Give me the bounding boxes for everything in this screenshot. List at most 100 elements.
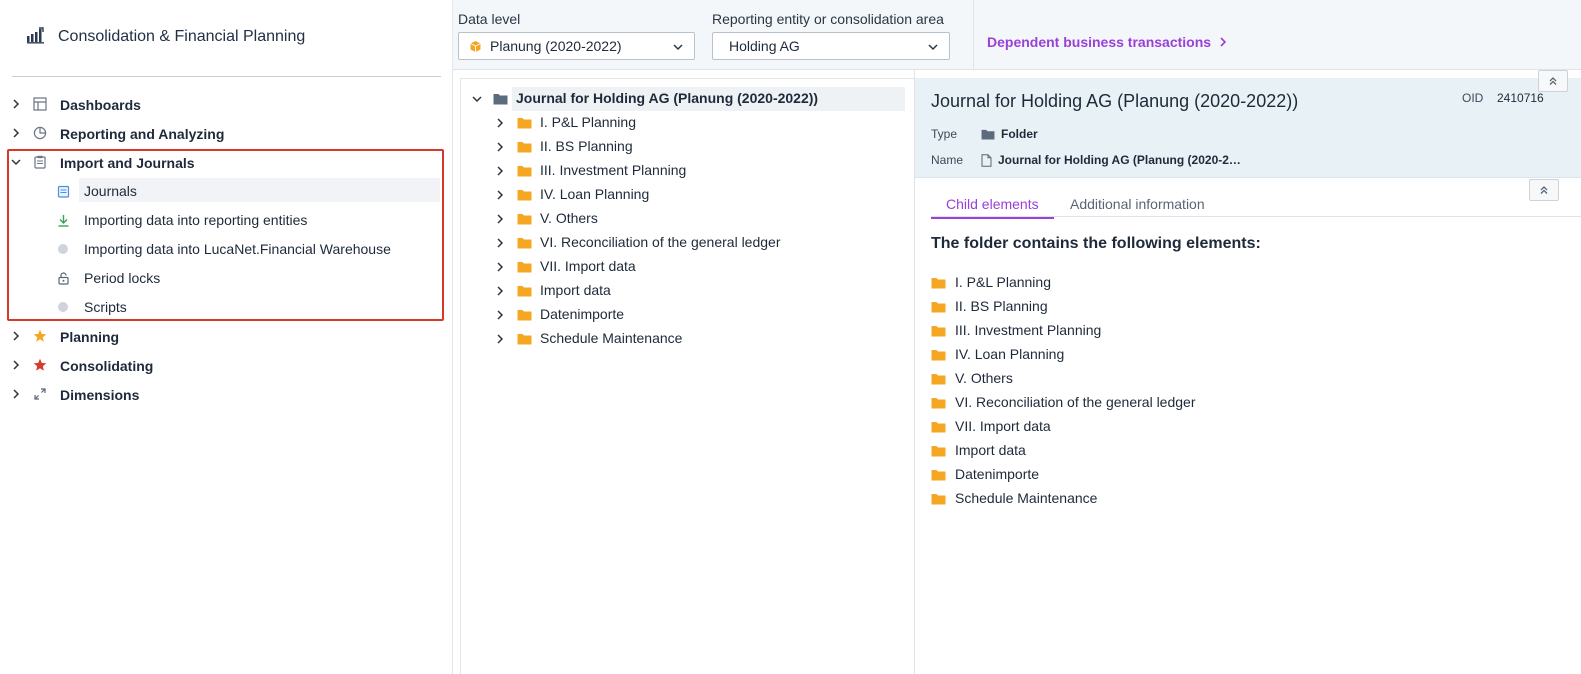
chevron-down-icon[interactable] [10,156,22,168]
sidebar-item-label: Reporting and Analyzing [60,125,225,142]
sidebar-item-label: Planning [60,328,120,345]
chevron-down-icon[interactable] [471,93,483,105]
tree-row[interactable]: II. BS Planning [461,135,901,159]
chevron-right-icon[interactable] [10,388,22,400]
tab-additional-information[interactable]: Additional information [1070,196,1205,217]
chevron-double-up-icon [1549,77,1557,85]
detail-panel: Journal for Holding AG (Planung (2020-20… [914,70,1581,674]
list-item-label: Import data [955,442,1026,458]
type-label: Type [931,127,958,141]
tree-row[interactable]: VI. Reconciliation of the general ledger [461,231,901,255]
sidebar-item-import-and-journals[interactable]: Import and Journals [0,148,453,177]
chevron-right-icon[interactable] [494,309,506,321]
list-item-label: III. Investment Planning [955,322,1102,338]
sidebar-subitem-import-reporting-entities[interactable]: Importing data into reporting entities [0,206,453,235]
tree-root[interactable]: Journal for Holding AG (Planung (2020-20… [461,87,905,111]
tree-row[interactable]: V. Others [461,207,901,231]
chevron-right-icon[interactable] [494,213,506,225]
sidebar-item-dimensions[interactable]: Dimensions [0,380,453,409]
folder-icon [517,166,532,177]
entity-select[interactable]: Holding AG [712,32,950,60]
folder-icon [931,373,946,384]
chevron-right-icon[interactable] [10,330,22,342]
folder-icon [517,262,532,273]
chevron-right-icon[interactable] [494,141,506,153]
tree-row-label: VII. Import data [540,258,636,274]
list-item[interactable]: IV. Loan Planning [931,343,1064,365]
chevron-right-icon[interactable] [10,127,22,139]
tree-root-label: Journal for Holding AG (Planung (2020-20… [516,90,819,106]
chevron-right-icon [1220,37,1227,47]
tree-row[interactable]: VII. Import data [461,255,901,279]
list-item[interactable]: II. BS Planning [931,295,1048,317]
sidebar-subitem-journals[interactable]: Journals [0,177,453,206]
folder-icon [931,325,946,336]
document-icon [981,153,992,167]
chevron-right-icon[interactable] [494,285,506,297]
list-item[interactable]: V. Others [931,367,1013,389]
tree-row[interactable]: III. Investment Planning [461,159,901,183]
folder-icon [517,334,532,345]
tree-row[interactable]: Schedule Maintenance [461,327,901,351]
cube-icon [470,40,481,52]
list-item-label: IV. Loan Planning [955,346,1065,362]
sidebar-item-label: Import and Journals [60,154,195,171]
folder-icon [981,129,995,140]
chevron-right-icon[interactable] [494,189,506,201]
list-item-label: VI. Reconciliation of the general ledger [955,394,1196,410]
dependent-link-label: Dependent business transactions [987,34,1212,50]
data-level-value: Planung (2020-2022) [490,38,622,54]
sidebar-subitem-label: Journals [84,183,137,199]
data-level-select[interactable]: Planung (2020-2022) [458,32,695,60]
clipboard-icon [34,155,46,169]
dependent-business-transactions-link[interactable]: Dependent business transactions [987,34,1227,50]
sidebar-item-consolidating[interactable]: Consolidating [0,351,453,380]
type-value: Folder [981,127,1038,141]
toolbar: Data level Planung (2020-2022) Reporting… [453,0,1581,70]
type-value-text: Folder [1001,127,1038,141]
folder-icon [931,349,946,360]
tree-row-label: Schedule Maintenance [540,330,683,346]
sidebar-item-planning[interactable]: Planning [0,322,453,351]
list-item[interactable]: VII. Import data [931,415,1051,437]
list-item-label: Datenimporte [955,466,1040,482]
sidebar-item-reporting[interactable]: Reporting and Analyzing [0,119,453,148]
tree-row[interactable]: IV. Loan Planning [461,183,901,207]
list-item[interactable]: VI. Reconciliation of the general ledger [931,391,1195,413]
tree-row[interactable]: Datenimporte [461,303,901,327]
tree-row[interactable]: Import data [461,279,901,303]
chevron-right-icon[interactable] [494,237,506,249]
sidebar-subitem-label: Importing data into LucaNet.Financial Wa… [84,241,391,257]
folder-icon [517,310,532,321]
chevron-down-icon [928,44,938,51]
sidebar-subitem-import-warehouse[interactable]: Importing data into LucaNet.Financial Wa… [0,235,453,264]
star-icon [33,358,47,371]
tree-row-label: Import data [540,282,611,298]
tree-row[interactable]: I. P&L Planning [461,111,901,135]
chevron-right-icon[interactable] [494,333,506,345]
sidebar-item-label: Dimensions [60,386,140,403]
list-item[interactable]: I. P&L Planning [931,271,1051,293]
sidebar-subitem-period-locks[interactable]: Period locks [0,264,453,293]
list-item[interactable]: Import data [931,439,1026,461]
star-icon [33,329,47,342]
journal-icon [57,185,70,198]
sidebar-subitem-label: Period locks [84,270,161,286]
list-item-label: VII. Import data [955,418,1051,434]
chevron-right-icon[interactable] [494,261,506,273]
chevron-right-icon[interactable] [10,98,22,110]
sidebar-subitem-scripts[interactable]: Scripts [0,293,453,322]
sidebar-item-dashboards[interactable]: Dashboards [0,90,453,119]
chevron-right-icon[interactable] [494,117,506,129]
chevron-right-icon[interactable] [10,359,22,371]
download-icon [58,215,69,227]
tab-child-elements[interactable]: Child elements [931,196,1054,219]
list-item[interactable]: III. Investment Planning [931,319,1101,341]
list-item[interactable]: Schedule Maintenance [931,487,1097,509]
bar-chart-icon [26,26,46,47]
collapse-header-button[interactable] [1538,70,1568,92]
sidebar: Consolidation & Financial Planning Dashb… [0,0,453,674]
list-item-label: V. Others [955,370,1013,386]
chevron-right-icon[interactable] [494,165,506,177]
list-item[interactable]: Datenimporte [931,463,1039,485]
